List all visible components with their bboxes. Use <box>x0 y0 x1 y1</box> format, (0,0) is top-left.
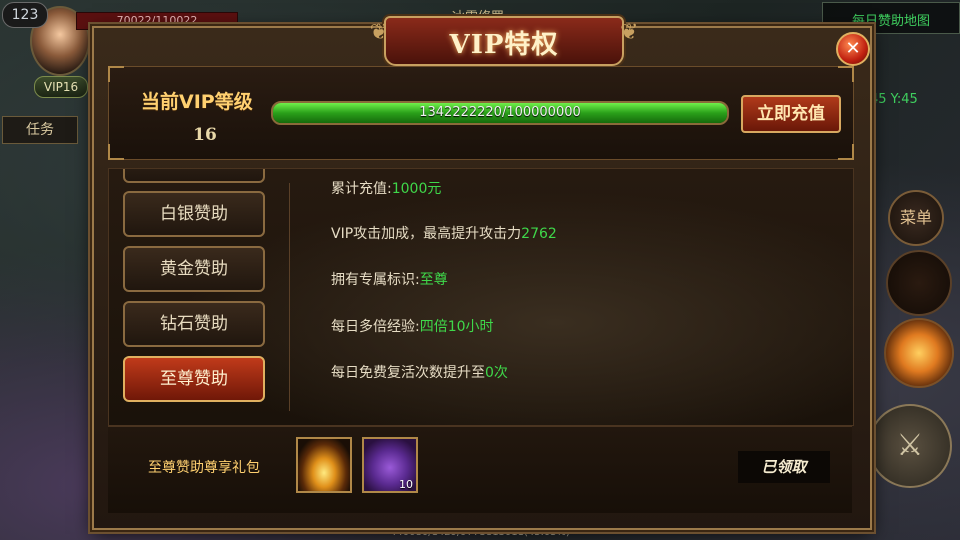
tab-partial-hidden[interactable] <box>123 169 265 183</box>
ornament-left-icon: ❦ <box>369 20 388 45</box>
window-title: VIP特权 <box>449 30 559 60</box>
gold-pile-icon[interactable] <box>296 437 352 493</box>
player-level-badge: 123 <box>2 2 48 28</box>
vip-level-value: 16 <box>193 125 217 145</box>
tab-supreme[interactable]: 至尊赞助 <box>123 356 265 402</box>
perk-label: 拥有专属标识: <box>331 272 420 288</box>
corner-ornament <box>108 144 124 160</box>
vip-badge[interactable]: VIP16 <box>34 76 88 98</box>
corner-ornament <box>108 66 124 82</box>
title-bar: ❦ VIP特权 ❦ <box>370 16 638 66</box>
attack-button-icon[interactable]: ⚔ <box>868 404 952 488</box>
perk-exclusive-mark: 拥有专属标识:至尊 <box>331 269 448 289</box>
gift-pack-label: 至尊赞助尊享礼包 <box>148 460 260 476</box>
perk-attack-bonus: VIP攻击加成，最高提升攻击力2762 <box>331 223 557 243</box>
vip-level-panel: 当前VIP等级 16 1342222220/100000000 立即充值 <box>108 66 854 160</box>
close-icon: ✕ <box>845 38 861 59</box>
tab-silver[interactable]: 白银赞助 <box>123 191 265 237</box>
vip-level-label: 当前VIP等级 <box>141 91 253 113</box>
vip-content-panel: 白银赞助 黄金赞助 钻石赞助 至尊赞助 累计充值:1000元 VIP攻击加成，最… <box>108 168 854 426</box>
divider <box>289 183 290 411</box>
map-coords: 45 Y:45 <box>870 92 918 107</box>
claimed-status: 已领取 <box>738 451 830 483</box>
sponsor-tab-list[interactable]: 白银赞助 黄金赞助 钻石赞助 至尊赞助 <box>115 169 265 425</box>
vip-window: ❦ VIP特权 ❦ ✕ 当前VIP等级 16 1342222220/100000… <box>92 16 872 530</box>
perk-value: 1000元 <box>391 181 442 197</box>
tab-diamond[interactable]: 钻石赞助 <box>123 301 265 347</box>
ornament-right-icon: ❦ <box>620 20 639 45</box>
tab-gold[interactable]: 黄金赞助 <box>123 246 265 292</box>
perk-label: 每日多倍经验: <box>331 319 420 335</box>
perk-label: 累计充值: <box>331 181 392 197</box>
fire-skill-icon[interactable] <box>884 318 954 388</box>
perk-label: VIP攻击加成，最高提升攻击力 <box>331 226 522 242</box>
close-button[interactable]: ✕ <box>836 32 870 66</box>
perk-multi-exp: 每日多倍经验:四倍10小时 <box>331 316 494 336</box>
perk-value: 四倍10小时 <box>419 319 494 335</box>
perk-label: 每日免费复活次数提升至 <box>331 365 485 381</box>
perk-value: 2762 <box>521 226 557 242</box>
perk-value: 0次 <box>485 365 508 381</box>
corner-ornament <box>838 144 854 160</box>
perk-free-revive: 每日免费复活次数提升至0次 <box>331 362 508 382</box>
vip-progress-bar: 1342222220/100000000 <box>271 101 729 125</box>
gift-pack-row: 至尊赞助尊享礼包 10 已领取 <box>108 426 852 513</box>
task-button[interactable]: 任务 <box>2 116 78 144</box>
perk-total-recharge: 累计充值:1000元 <box>331 178 441 198</box>
item-count: 10 <box>399 478 413 491</box>
recharge-now-button[interactable]: 立即充值 <box>741 95 841 133</box>
skill-slot-icon[interactable] <box>886 250 952 316</box>
treasure-chest-icon[interactable]: 10 <box>362 437 418 493</box>
perk-value: 至尊 <box>419 272 448 288</box>
menu-button[interactable]: 菜单 <box>888 190 944 246</box>
corner-ornament <box>838 66 854 82</box>
vip-progress-text: 1342222220/100000000 <box>419 105 581 120</box>
